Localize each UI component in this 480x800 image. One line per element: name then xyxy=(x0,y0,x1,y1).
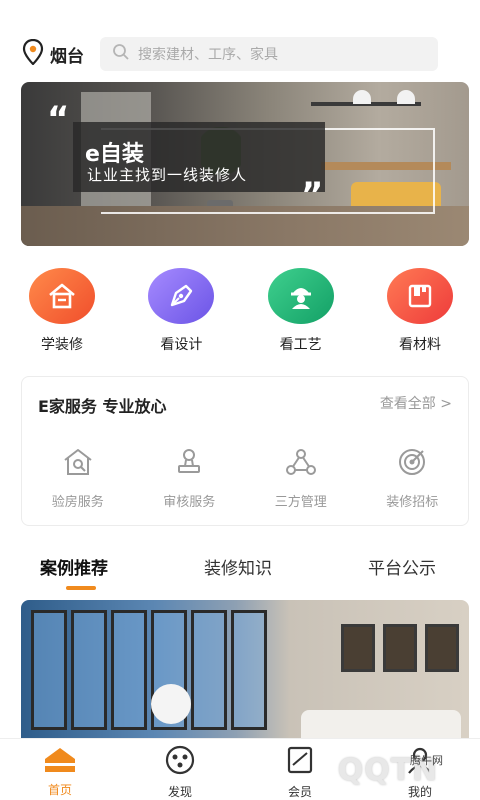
search-placeholder: 搜索建材、工序、家具 xyxy=(138,47,278,63)
nav-home[interactable]: 首页 xyxy=(20,745,100,798)
service-label: 审核服务 xyxy=(163,495,216,510)
category-label: 看工艺 xyxy=(279,337,322,353)
case-window-decor xyxy=(191,610,227,730)
banner-lamp-decor xyxy=(353,90,371,104)
tab-knowledge[interactable]: 装修知识 xyxy=(204,554,272,579)
category-material[interactable]: 看材料 xyxy=(384,268,456,356)
service-tripartite[interactable]: 三方管理 xyxy=(251,447,351,510)
watermark-site: 腾牛网 xyxy=(410,754,443,767)
worker-icon xyxy=(267,268,334,324)
network-icon xyxy=(285,447,317,481)
service-house-inspection[interactable]: 验房服务 xyxy=(28,447,128,510)
watermark: QQTN 腾牛网 xyxy=(300,742,476,798)
tab-announcement[interactable]: 平台公示 xyxy=(368,554,436,579)
nav-label: 发现 xyxy=(167,785,192,799)
banner-subtitle: 让业主找到一线装修人 xyxy=(87,166,248,184)
tab-active-indicator xyxy=(66,586,96,590)
tab-case-recommend[interactable]: 案例推荐 xyxy=(40,554,108,579)
category-label: 看材料 xyxy=(398,337,441,353)
category-grid: 学装修 看设计 看工艺 看材料 xyxy=(0,268,480,356)
category-craft[interactable]: 看工艺 xyxy=(265,268,337,356)
stamp-icon xyxy=(174,447,204,481)
case-chair-decor xyxy=(151,684,191,724)
search-icon xyxy=(112,43,130,65)
service-items: 验房服务 审核服务 三方管理 装修招标 xyxy=(22,447,468,510)
service-title: E家服务 专业放心 xyxy=(38,397,167,416)
case-window-decor xyxy=(31,610,67,730)
view-all-link[interactable]: 查看全部 > xyxy=(380,393,452,413)
discover-icon xyxy=(165,745,195,779)
house-search-icon xyxy=(62,447,94,481)
quote-close-icon: ” xyxy=(301,175,324,215)
service-card: E家服务 专业放心 查看全部 > 验房服务 审核服务 三方管理 装修招标 xyxy=(21,376,469,526)
category-label: 学装修 xyxy=(41,337,83,353)
case-artwork-decor xyxy=(383,624,417,672)
house-icon xyxy=(29,268,95,324)
service-label: 三方管理 xyxy=(274,495,327,510)
service-label: 装修招标 xyxy=(386,495,439,510)
content-tabs: 案例推荐 装修知识 平台公示 xyxy=(0,548,480,590)
banner-lamp-decor xyxy=(397,90,415,104)
target-icon xyxy=(396,447,428,481)
top-bar: 烟台 搜索建材、工序、家具 xyxy=(0,0,480,88)
category-label: 看设计 xyxy=(160,337,203,353)
nav-label: 首页 xyxy=(47,783,72,797)
location-pin-icon xyxy=(22,38,44,69)
location-selector[interactable]: 烟台 xyxy=(22,38,84,69)
quote-open-icon: “ xyxy=(47,99,70,139)
category-learn-decoration[interactable]: 学装修 xyxy=(26,268,98,356)
home-icon xyxy=(43,745,77,777)
search-input[interactable]: 搜索建材、工序、家具 xyxy=(100,37,438,71)
case-artwork-decor xyxy=(341,624,375,672)
category-design[interactable]: 看设计 xyxy=(145,268,217,356)
service-label: 验房服务 xyxy=(51,495,104,510)
promo-banner[interactable]: “ e自装 让业主找到一线装修人 ” xyxy=(21,82,469,246)
location-label: 烟台 xyxy=(50,46,84,67)
nav-discover[interactable]: 发现 xyxy=(140,745,220,800)
case-window-decor xyxy=(231,610,267,730)
pen-nib-icon xyxy=(148,268,215,324)
case-window-decor xyxy=(111,610,147,730)
service-review[interactable]: 审核服务 xyxy=(139,447,239,510)
box-icon xyxy=(386,268,453,324)
service-bidding[interactable]: 装修招标 xyxy=(362,447,462,510)
case-window-decor xyxy=(71,610,107,730)
case-image[interactable] xyxy=(21,600,469,750)
case-artwork-decor xyxy=(425,624,459,672)
